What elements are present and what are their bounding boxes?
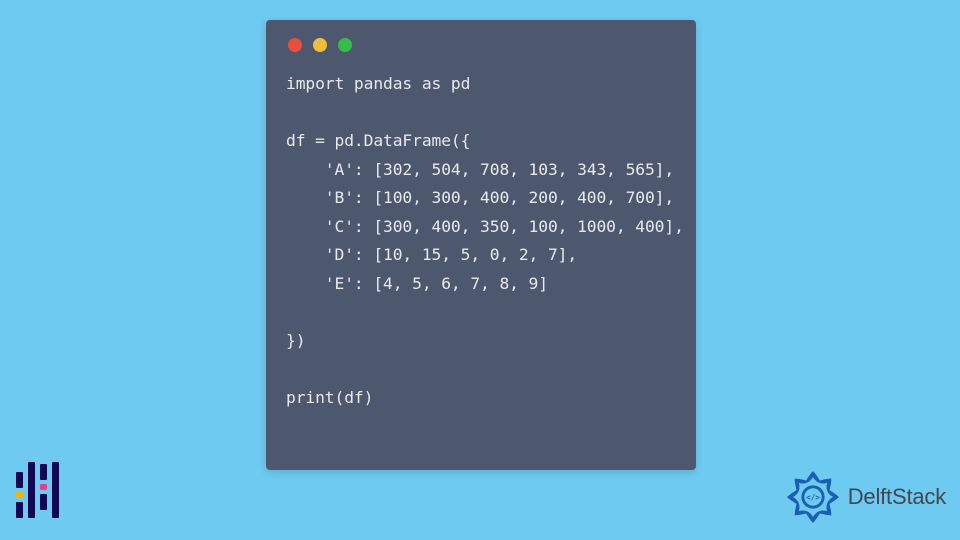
delftstack-brand: </> DelftStack	[784, 468, 946, 526]
zoom-icon[interactable]	[338, 38, 352, 52]
minimize-icon[interactable]	[313, 38, 327, 52]
code-content: import pandas as pd df = pd.DataFrame({ …	[286, 70, 676, 412]
brand-name: DelftStack	[848, 484, 946, 510]
close-icon[interactable]	[288, 38, 302, 52]
pandas-logo-icon	[16, 462, 62, 520]
window-traffic-lights	[288, 38, 676, 52]
svg-text:</>: </>	[806, 493, 820, 502]
code-window: import pandas as pd df = pd.DataFrame({ …	[266, 20, 696, 470]
delftstack-logo-icon: </>	[784, 468, 842, 526]
